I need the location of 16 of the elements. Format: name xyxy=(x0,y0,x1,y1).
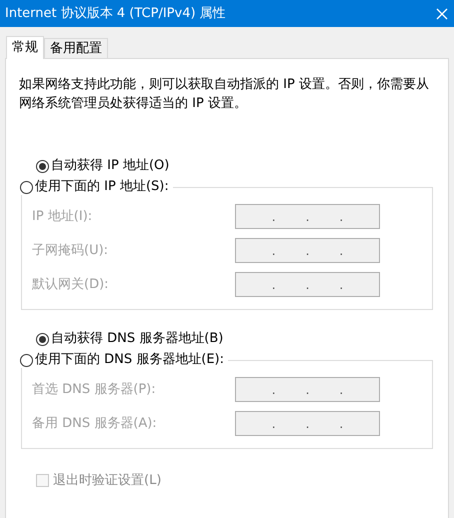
radio-label[interactable]: 自动获得 IP 地址(O) xyxy=(51,156,170,176)
tab[interactable]: 常规 xyxy=(6,36,44,59)
radio-button[interactable] xyxy=(36,332,49,346)
radio-button[interactable] xyxy=(20,180,33,194)
radio-label[interactable]: 自动获得 DNS 服务器地址(B) xyxy=(51,329,224,349)
field-label: 子网掩码(U): xyxy=(32,242,108,260)
field-label: IP 地址(I): xyxy=(32,208,92,226)
radio-button[interactable] xyxy=(36,160,49,172)
close-icon[interactable] xyxy=(436,8,448,20)
radio-button[interactable] xyxy=(20,354,33,366)
field-label: 默认网关(D): xyxy=(32,276,109,294)
field-label: 首选 DNS 服务器(P): xyxy=(32,380,156,399)
description-text: 如果网络支持此功能，则可以获取自动指派的 IP 设置。否则，你需要从网络系统管理员处获得适当的 IP 设置。 xyxy=(18,76,430,113)
tab[interactable]: 备用配置 xyxy=(44,38,108,58)
field-label: 备用 DNS 服务器(A): xyxy=(32,414,157,433)
window-title: Internet 协议版本 4 (TCP/IPv4) 属性 xyxy=(5,4,226,23)
